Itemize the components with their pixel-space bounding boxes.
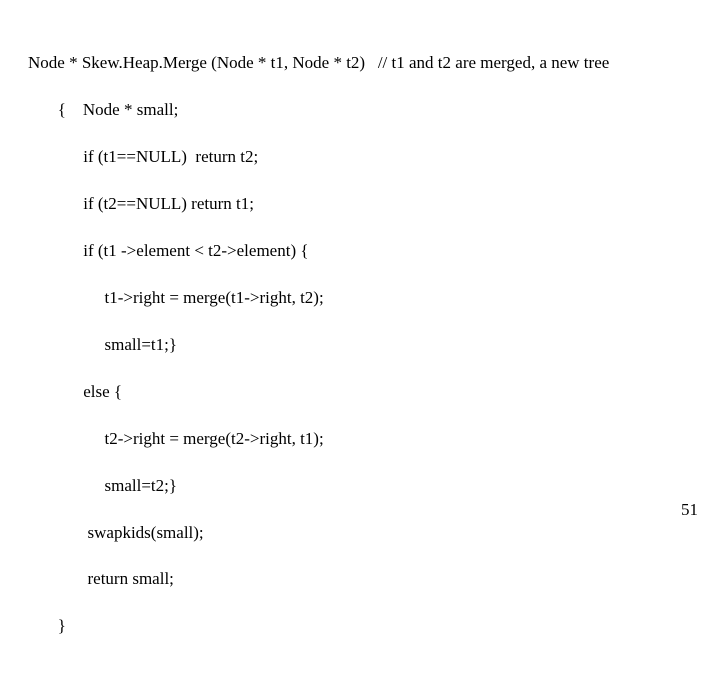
code-line: else {: [28, 380, 720, 403]
code-line: return small;: [28, 567, 720, 590]
code-line: swapkids(small);: [28, 521, 720, 544]
code-line: }: [28, 614, 720, 637]
code-line: t1->right = merge(t1->right, t2);: [28, 286, 720, 309]
code-line: if (t1 ->element < t2->element) {: [28, 239, 720, 262]
code-line: t2->right = merge(t2->right, t1);: [28, 427, 720, 450]
code-line: { Node * small;: [28, 98, 720, 121]
code-line: Node * Skew.Heap.Merge (Node * t1, Node …: [28, 51, 720, 74]
code-line: if (t2==NULL) return t1;: [28, 192, 720, 215]
page-number: 51: [681, 500, 698, 520]
slide: Node * Skew.Heap.Merge (Node * t1, Node …: [0, 0, 720, 540]
code-line: if (t1==NULL) return t2;: [28, 145, 720, 168]
code-block: Node * Skew.Heap.Merge (Node * t1, Node …: [28, 28, 720, 685]
code-line: small=t2;}: [28, 474, 720, 497]
code-line: small=t1;}: [28, 333, 720, 356]
